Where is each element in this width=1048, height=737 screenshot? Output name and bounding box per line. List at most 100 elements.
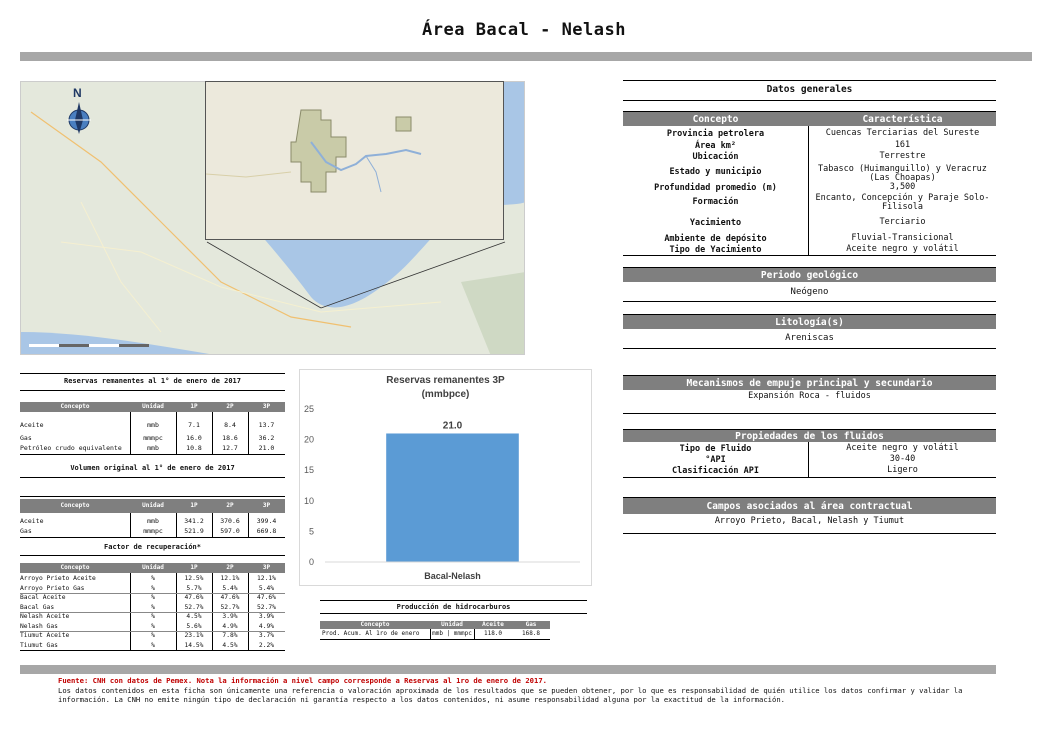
volumen-top-rule (20, 496, 285, 497)
disclaimer-line-2: información. La CNH no emite ningún tipo… (58, 695, 785, 704)
litologia-value: Areniscas (785, 333, 834, 343)
row-key: Clasificación API (672, 466, 759, 476)
cell: 341.2 (184, 517, 204, 525)
cell: Bacal Gas (20, 603, 55, 611)
cell: 521.9 (184, 527, 204, 535)
cell: % (151, 603, 155, 611)
x-category-label: Bacal-Nelash (424, 571, 481, 581)
cell: mmb (147, 444, 159, 452)
cell: 12.1% (220, 575, 240, 582)
reserves-3p-chart: Reservas remanentes 3P (mmbpce) 0 5 10 15 20… (299, 369, 592, 586)
top-divider (20, 52, 1032, 61)
col-header: Gas (525, 621, 537, 628)
row-key: Yacimiento (689, 218, 742, 228)
cell: mmmpc (143, 527, 163, 535)
row-value: 3,500 (889, 182, 916, 192)
cell: 10.8 (186, 444, 202, 452)
cell: 21.0 (258, 444, 275, 452)
col-header: 1P (190, 502, 198, 509)
general-top-rule (623, 80, 996, 81)
cell: 47.6% (220, 594, 240, 601)
row-key: Tipo de Fluido (679, 444, 752, 454)
mecanismos-rule (623, 413, 996, 414)
source-note: Fuente: CNH con datos de Pemex. Nota la … (58, 676, 547, 685)
campos-value: Arroyo Prieto, Bacal, Nelash y Tiumut (714, 516, 905, 526)
general-title-rule (623, 100, 996, 101)
factor-header: Concepto Unidad 1P 2P 3P (20, 563, 285, 573)
cell: 7.8% (222, 632, 238, 639)
y-tick-label: 5 (309, 526, 314, 536)
bar (386, 433, 519, 562)
propiedades-header: Propiedades de los fluidos (623, 429, 996, 442)
cell: 4.9% (258, 622, 275, 630)
general-title: Datos generales (766, 84, 853, 95)
cell: Tiumut Aceite (20, 632, 70, 639)
general-header: Concepto Característica (623, 111, 996, 126)
table-row: Nelash Aceite% 4.5% 3.9% 3.9% (20, 612, 285, 621)
cell: % (151, 594, 155, 601)
table-row: Tiumut Aceite% 23.1% 7.8% 3.7% (20, 631, 285, 640)
periodo-rule (623, 301, 996, 302)
cell: mmb (147, 517, 159, 525)
cell: Nelash Gas (20, 622, 58, 630)
factor-title: Factor de recuperación* (104, 543, 201, 551)
table-row: Gas mmmpc 521.9 597.0 669.8 (20, 526, 285, 536)
reservas-title-rule (20, 390, 285, 391)
produccion-row: Prod. Acum. Al 1ro de enero mmb | mmmpc … (320, 629, 550, 639)
cell: 23.1% (184, 632, 204, 639)
col-header: Aceite (482, 621, 504, 628)
col-header: Concepto (60, 502, 90, 509)
periodo-header: Periodo geológico (623, 267, 996, 282)
col-header: 2P (226, 403, 234, 410)
page-title: Área Bacal - Nelash (422, 20, 626, 40)
contract-area-shape (206, 109, 422, 193)
row-key: Área km² (695, 141, 736, 151)
row-value: 161 (894, 140, 911, 150)
volumen-header: Concepto Unidad 1P 2P 3P (20, 499, 285, 513)
volumen-bottom-rule (20, 537, 285, 538)
general-bottom-rule (623, 255, 996, 256)
cell: % (151, 575, 155, 582)
cell: mmb (147, 421, 159, 429)
cell: 12.1% (257, 575, 276, 582)
cell: 12.5% (184, 575, 204, 582)
cell: 13.7 (258, 421, 275, 429)
mecanismos-header: Mecanismos de empuje principal y secunda… (623, 375, 996, 390)
cell: 4.5% (222, 641, 238, 649)
table-row: Petróleo crudo equivalente mmb 10.8 12.7… (20, 443, 285, 453)
mecanismos-value: Expansión Roca - fluidos (748, 391, 871, 401)
cell: 47.6% (184, 594, 204, 601)
cell: % (151, 641, 155, 649)
reservas-bottom-rule (20, 454, 285, 455)
table-row: Gas mmmpc 16.0 18.6 36.2 (20, 433, 285, 443)
factor-title-rule (20, 555, 285, 556)
disclaimer-line-1: Los datos contenidos en esta ficha son ú… (58, 686, 963, 695)
bottom-divider (20, 665, 996, 674)
north-arrow-icon: N (65, 86, 93, 134)
inset-map[interactable] (205, 81, 504, 240)
col-header: Concepto (60, 564, 90, 571)
cell: % (151, 613, 155, 620)
row-value: Cuencas Terciarias del Sureste (825, 128, 980, 138)
volumen-title: Volumen original al 1° de enero de 2017 (70, 464, 235, 472)
campos-rule (623, 533, 996, 534)
col-header: 1P (190, 564, 198, 571)
table-row: Nelash Gas% 5.6% 4.9% 4.9% (20, 622, 285, 631)
cell: Prod. Acum. Al 1ro de enero (322, 630, 420, 637)
cell: Arroyo Prieto Aceite (20, 575, 96, 582)
cell: % (151, 584, 155, 592)
cell: 4.9% (222, 622, 238, 630)
row-value: Ligero (887, 465, 918, 475)
cell: 5.6% (186, 622, 202, 630)
cell: 52.7% (220, 603, 240, 611)
factor-bottom-rule (20, 650, 285, 651)
row-value: Terrestre (879, 151, 926, 161)
cell: 8.4 (224, 421, 236, 429)
chart-plot: 0 5 10 15 20 25 21.0 Bacal-Nelash (304, 404, 580, 581)
y-tick-label: 15 (304, 465, 314, 475)
cell: 7.1 (188, 421, 200, 429)
reservas-header: Concepto Unidad 1P 2P 3P (20, 402, 285, 412)
cell: 370.6 (220, 517, 240, 525)
produccion-top-rule (320, 600, 587, 601)
cell: % (151, 632, 155, 639)
